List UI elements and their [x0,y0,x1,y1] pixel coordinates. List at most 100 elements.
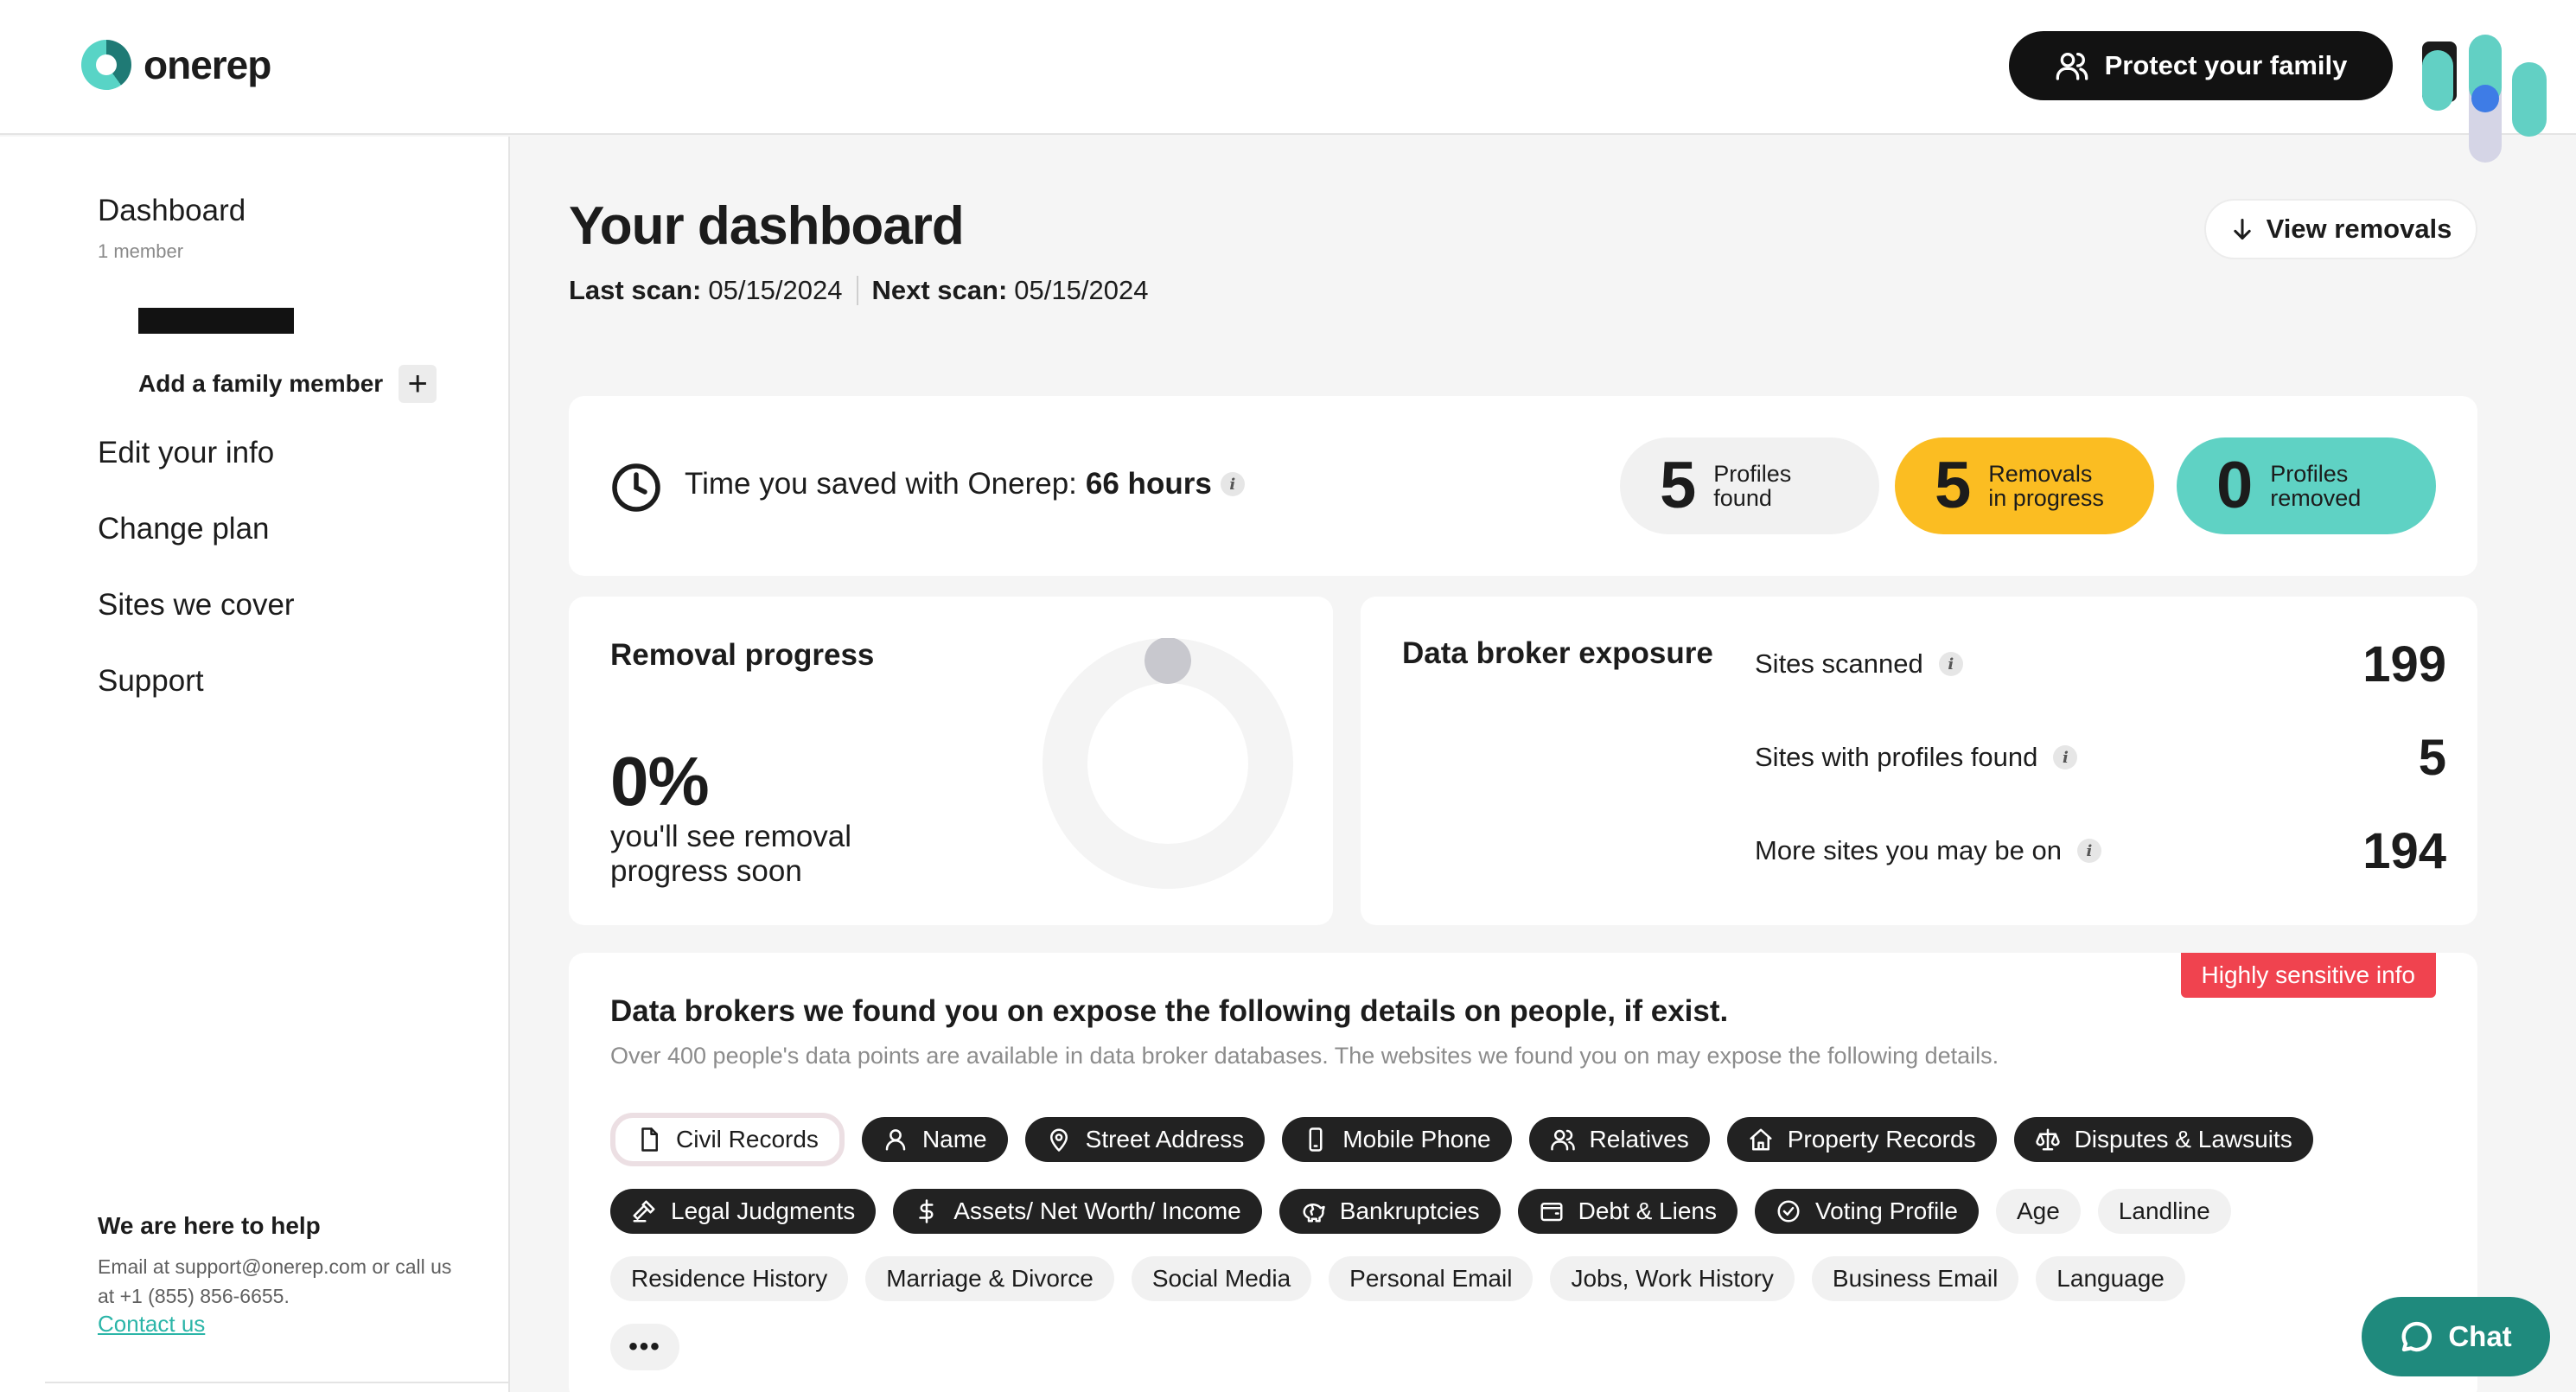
removal-progress-percent: 0% [610,743,710,820]
view-removals-button[interactable]: View removals [2204,199,2477,259]
chip-label: Business Email [1832,1265,1999,1292]
chip-label: Marriage & Divorce [886,1265,1094,1292]
logo-mark-icon [81,40,131,90]
onerep-logo[interactable]: onerep [81,40,271,90]
profiles-found-stat[interactable]: 5 Profiles found [1620,437,1879,534]
sidebar-item-change-plan[interactable]: Change plan [98,512,270,546]
brokers-title: Data brokers we found you on expose the … [610,994,1729,1028]
clock-icon [612,463,660,512]
chip-personal-email[interactable]: Personal Email [1329,1256,1533,1301]
stat-label: Removals in progress [1988,462,2104,510]
chip-voting-profile[interactable]: Voting Profile [1754,1189,1979,1234]
accessibility-widget-icon[interactable] [2420,33,2550,164]
stat-number: 0 [2216,449,2254,522]
chip-mobile-phone[interactable]: Mobile Phone [1282,1117,1512,1162]
time-saved-value: 66 hours [1085,467,1212,501]
chip-label: Jobs, Work History [1571,1265,1774,1292]
protect-family-button[interactable]: Protect your family [2009,31,2393,100]
highly-sensitive-badge: Highly sensitive info [2180,953,2436,998]
chat-label: Chat [2448,1320,2512,1352]
chip-marriage-divorce[interactable]: Marriage & Divorce [865,1256,1114,1301]
chip-label: Social Media [1151,1265,1291,1292]
chip-label: Disputes & Lawsuits [2074,1126,2292,1153]
home-icon [1750,1128,1772,1151]
chip-jobs-work-history[interactable]: Jobs, Work History [1550,1256,1795,1301]
chip-debt-liens[interactable]: Debt & Liens [1517,1189,1738,1234]
brokers-subtitle: Over 400 people's data points are availa… [610,1043,1999,1069]
users-icon [2056,52,2088,80]
chip-label: Residence History [631,1265,828,1292]
chip-label: Assets/ Net Worth/ Income [953,1197,1241,1224]
plus-icon: + [399,365,437,403]
removal-progress-card: Removal progress 0% you'll see removal p… [569,597,1333,925]
chip-civil-records[interactable]: Civil Records [610,1113,845,1166]
user-icon [885,1129,906,1151]
chip-street-address[interactable]: Street Address [1024,1117,1266,1162]
stat-label-line: Profiles [2270,461,2349,487]
info-icon[interactable]: i [2053,745,2078,769]
add-family-member-button[interactable]: Add a family member + [138,365,437,403]
stat-label-line: in progress [1988,485,2104,511]
info-icon[interactable]: i [1220,472,1245,496]
progress-donut [1043,638,1293,889]
top-bar: onerep Protect your family [0,0,2576,163]
dollar-icon [919,1199,934,1223]
removal-progress-title: Removal progress [610,638,875,672]
chip-label: Legal Judgments [671,1197,856,1224]
chip-label: Relatives [1589,1126,1689,1153]
chip-relatives[interactable]: Relatives [1528,1117,1710,1162]
chip-age[interactable]: Age [1995,1189,2081,1234]
exposure-value: 5 [2418,729,2446,786]
contact-us-link[interactable]: Contact us [98,1311,205,1338]
sidebar-item-support[interactable]: Support [98,664,204,699]
divider [856,276,858,305]
chat-button[interactable]: Chat [2362,1297,2550,1376]
exposure-label: Sites with profiles found i [1755,742,2078,773]
profiles-removed-stat[interactable]: 0 Profiles removed [2177,437,2436,534]
add-family-member-label: Add a family member [138,370,384,397]
chip-bankruptcies[interactable]: Bankruptcies [1278,1189,1501,1234]
chip-language[interactable]: Language [2036,1256,2185,1301]
chip-landline[interactable]: Landline [2097,1189,2231,1234]
removals-in-progress-stat[interactable]: 5 Removals in progress [1895,437,2154,534]
chip-name[interactable]: Name [861,1117,1008,1162]
chip-label: Voting Profile [1814,1197,1958,1224]
info-icon[interactable]: i [1938,652,1963,676]
chip-legal-judgments[interactable]: Legal Judgments [610,1189,877,1234]
chip-social-media[interactable]: Social Media [1131,1256,1312,1301]
info-icon[interactable]: i [2076,839,2101,863]
check-circle-icon [1777,1200,1800,1223]
page-title: Your dashboard [569,196,965,256]
removal-progress-note: you'll see removal progress soon [610,820,852,888]
exposure-label-text: Sites with profiles found [1755,742,2038,772]
brand-name: onerep [143,42,271,87]
chip-label: Bankruptcies [1339,1197,1480,1224]
chip-assets-net-worth-income[interactable]: Assets/ Net Worth/ Income [893,1189,1262,1234]
chip-label: Debt & Liens [1578,1197,1717,1224]
chip-row: Civil Records Name Street Address Mobile Ph… [610,1113,2452,1166]
chip-label: Personal Email [1349,1265,1513,1292]
arrow-down-icon [2233,218,2251,240]
chip-row: Residence History Marriage & Divorce Socia… [610,1256,2452,1301]
stat-label-line: removed [2270,485,2362,511]
detail-chips: Civil Records Name Street Address Mobile Ph… [610,1113,2452,1392]
sidebar-item-edit-info[interactable]: Edit your info [98,436,274,470]
scales-icon [2035,1128,2060,1151]
exposure-row-sites-scanned: Sites scanned i 199 [1755,636,2446,693]
chip-property-records[interactable]: Property Records [1726,1117,1997,1162]
sidebar-item-sites-we-cover[interactable]: Sites we cover [98,588,295,623]
exposure-label: More sites you may be on i [1755,835,2101,866]
exposure-value: 194 [2362,822,2446,879]
gavel-icon [633,1200,655,1223]
last-scan-label: Last scan: [569,275,702,305]
more-options-icon[interactable]: ••• [610,1324,679,1370]
chip-residence-history[interactable]: Residence History [610,1256,849,1301]
chip-label: Name [921,1126,987,1153]
sidebar-item-dashboard[interactable]: Dashboard [98,194,245,228]
data-brokers-details-card: Highly sensitive info Data brokers we fo… [569,953,2477,1392]
redacted-member-name[interactable] [138,308,294,334]
exposure-title: Data broker exposure [1402,636,1713,670]
exposure-label-text: More sites you may be on [1755,835,2062,865]
chip-disputes-lawsuits[interactable]: Disputes & Lawsuits [2013,1117,2313,1162]
chip-business-email[interactable]: Business Email [1811,1256,2019,1301]
